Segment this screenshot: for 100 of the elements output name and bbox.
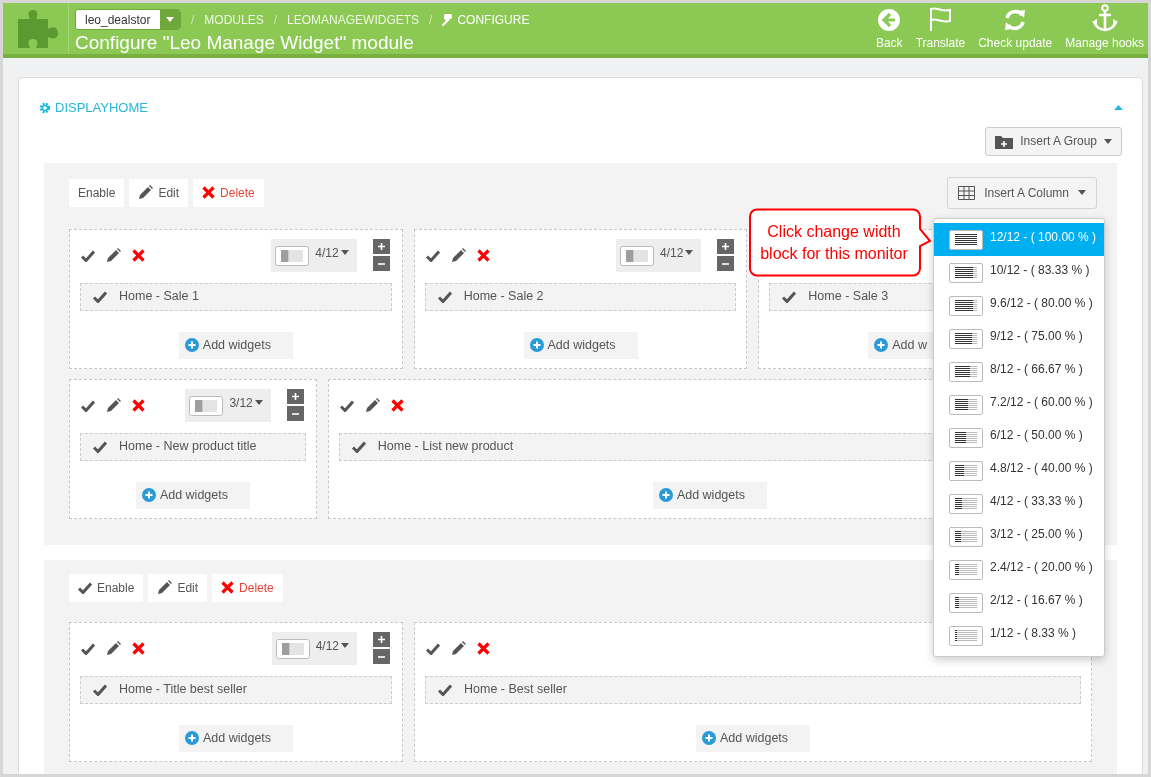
panel-title: DISPLAYHOME	[39, 98, 148, 118]
column-width-icon	[275, 638, 310, 659]
pencil-icon[interactable]	[450, 248, 466, 263]
caret-icon	[1078, 190, 1086, 195]
widget-item[interactable]: Home - Sale 2	[424, 282, 737, 311]
close-icon[interactable]	[132, 642, 145, 655]
width-menu-item[interactable]: 2/12 - ( 16.67 % )	[934, 586, 1104, 619]
column-width-icon	[949, 625, 983, 646]
increase-width-button[interactable]	[372, 239, 390, 254]
check-icon[interactable]	[426, 642, 440, 655]
store-select[interactable]: leo_dealstor	[75, 9, 181, 30]
group-delete-button[interactable]: Delete	[212, 573, 283, 602]
check-icon	[351, 440, 366, 453]
plus-icon	[291, 393, 299, 400]
column-width-icon	[949, 592, 983, 613]
check-icon[interactable]	[425, 249, 440, 262]
pencil-icon	[138, 185, 154, 200]
column-width-icon	[949, 460, 983, 481]
decrease-width-button[interactable]	[717, 256, 735, 271]
group-edit-button[interactable]: Edit	[129, 178, 189, 207]
pencil-icon[interactable]	[106, 641, 121, 656]
width-menu-item[interactable]: 4/12 - ( 33.33 % )	[934, 487, 1104, 520]
insert-group-button[interactable]: Insert A Group	[985, 126, 1122, 156]
insert-column-button[interactable]: Insert A Column	[947, 176, 1097, 209]
width-menu-item[interactable]: 1/12 - ( 8.33 % )	[934, 619, 1104, 652]
pencil-icon[interactable]	[106, 248, 121, 263]
group-edit-button[interactable]: Edit	[148, 573, 208, 602]
decrease-width-button[interactable]	[372, 256, 390, 271]
width-menu-item[interactable]: 3/12 - ( 25.00 % )	[934, 520, 1104, 553]
add-widgets-button[interactable]: Add widgets	[523, 331, 638, 359]
increase-width-button[interactable]	[373, 632, 390, 647]
increase-width-button[interactable]	[717, 239, 735, 254]
close-icon[interactable]	[477, 642, 490, 655]
anchor-icon	[1091, 4, 1118, 32]
check-icon	[78, 581, 92, 594]
close-icon[interactable]	[476, 249, 490, 262]
close-icon[interactable]	[132, 399, 145, 412]
check-icon[interactable]	[81, 399, 95, 412]
plus-icon	[722, 243, 730, 250]
column-width-dropdown[interactable]: 4/12	[271, 239, 357, 272]
column-width-icon	[189, 395, 224, 416]
width-menu-item[interactable]: 2.4/12 - ( 20.00 % )	[934, 553, 1104, 586]
plus-circle-icon	[141, 488, 156, 502]
column-width-icon	[949, 559, 983, 580]
column-width-icon	[949, 328, 983, 349]
column-width-icon	[949, 229, 983, 250]
pencil-icon[interactable]	[451, 641, 466, 656]
check-icon[interactable]	[339, 399, 354, 412]
column-width-dropdown[interactable]: 4/12	[271, 632, 357, 665]
settings-icon	[39, 101, 51, 114]
breadcrumb-separator: /	[429, 11, 433, 29]
column-width-dropdown[interactable]: 4/12	[616, 239, 702, 272]
increase-width-button[interactable]	[286, 389, 304, 404]
breadcrumb-separator: /	[273, 11, 278, 29]
column-width-icon	[949, 295, 983, 316]
plus-circle-icon	[184, 338, 199, 352]
callout: Click change width block for this monitor	[748, 208, 932, 277]
pencil-icon[interactable]	[364, 398, 380, 413]
check-icon	[93, 683, 107, 696]
plus-circle-icon	[874, 338, 889, 352]
close-icon	[202, 186, 216, 199]
back-icon	[877, 8, 902, 32]
close-icon[interactable]	[390, 399, 404, 412]
add-widgets-button[interactable]: Add widgets	[696, 724, 810, 752]
check-icon[interactable]	[81, 249, 95, 262]
caret-icon	[340, 250, 349, 255]
widget-item[interactable]: Home - Title best seller	[80, 675, 392, 704]
caret-icon	[685, 250, 694, 255]
decrease-width-button[interactable]	[286, 406, 304, 421]
close-icon[interactable]	[132, 249, 145, 262]
pencil-icon[interactable]	[106, 398, 121, 413]
widget-item[interactable]: Home - Best seller	[425, 675, 1081, 704]
group-delete-button[interactable]: Delete	[193, 178, 264, 207]
add-widgets-button[interactable]: Add widgets	[135, 481, 250, 509]
minus-icon	[722, 262, 730, 265]
plus-circle-icon	[529, 338, 544, 352]
group-enable-button[interactable]: Enable	[69, 178, 125, 207]
close-icon	[221, 581, 235, 594]
decrease-width-button[interactable]	[373, 649, 390, 664]
flag-icon	[928, 6, 953, 32]
caret-icon	[254, 400, 263, 405]
column-width-icon	[949, 427, 983, 448]
breadcrumb-separator: /	[191, 11, 195, 29]
grid-icon	[958, 185, 976, 200]
column-width-icon	[620, 245, 654, 266]
add-widgets-button[interactable]: Add widgets	[178, 331, 293, 359]
width-menu-item[interactable]: 7.2/12 - ( 60.00 % )	[934, 388, 1104, 421]
plus-circle-icon	[702, 731, 716, 745]
column-width-dropdown[interactable]: 3/12	[185, 389, 271, 422]
column-width-icon	[949, 394, 983, 415]
check-icon	[93, 440, 107, 453]
folder-plus-icon	[995, 133, 1014, 149]
add-widgets-button[interactable]: Add widgets	[179, 724, 293, 752]
minus-icon	[378, 655, 385, 658]
widget-item[interactable]: Home - Sale 1	[80, 282, 392, 311]
widget-item[interactable]: Home - New product title	[80, 432, 306, 461]
pencil-icon	[157, 580, 173, 595]
check-icon[interactable]	[81, 642, 95, 655]
add-widgets-button[interactable]: Add widgets	[652, 481, 767, 509]
group-enable-button[interactable]: Enable	[69, 573, 144, 602]
